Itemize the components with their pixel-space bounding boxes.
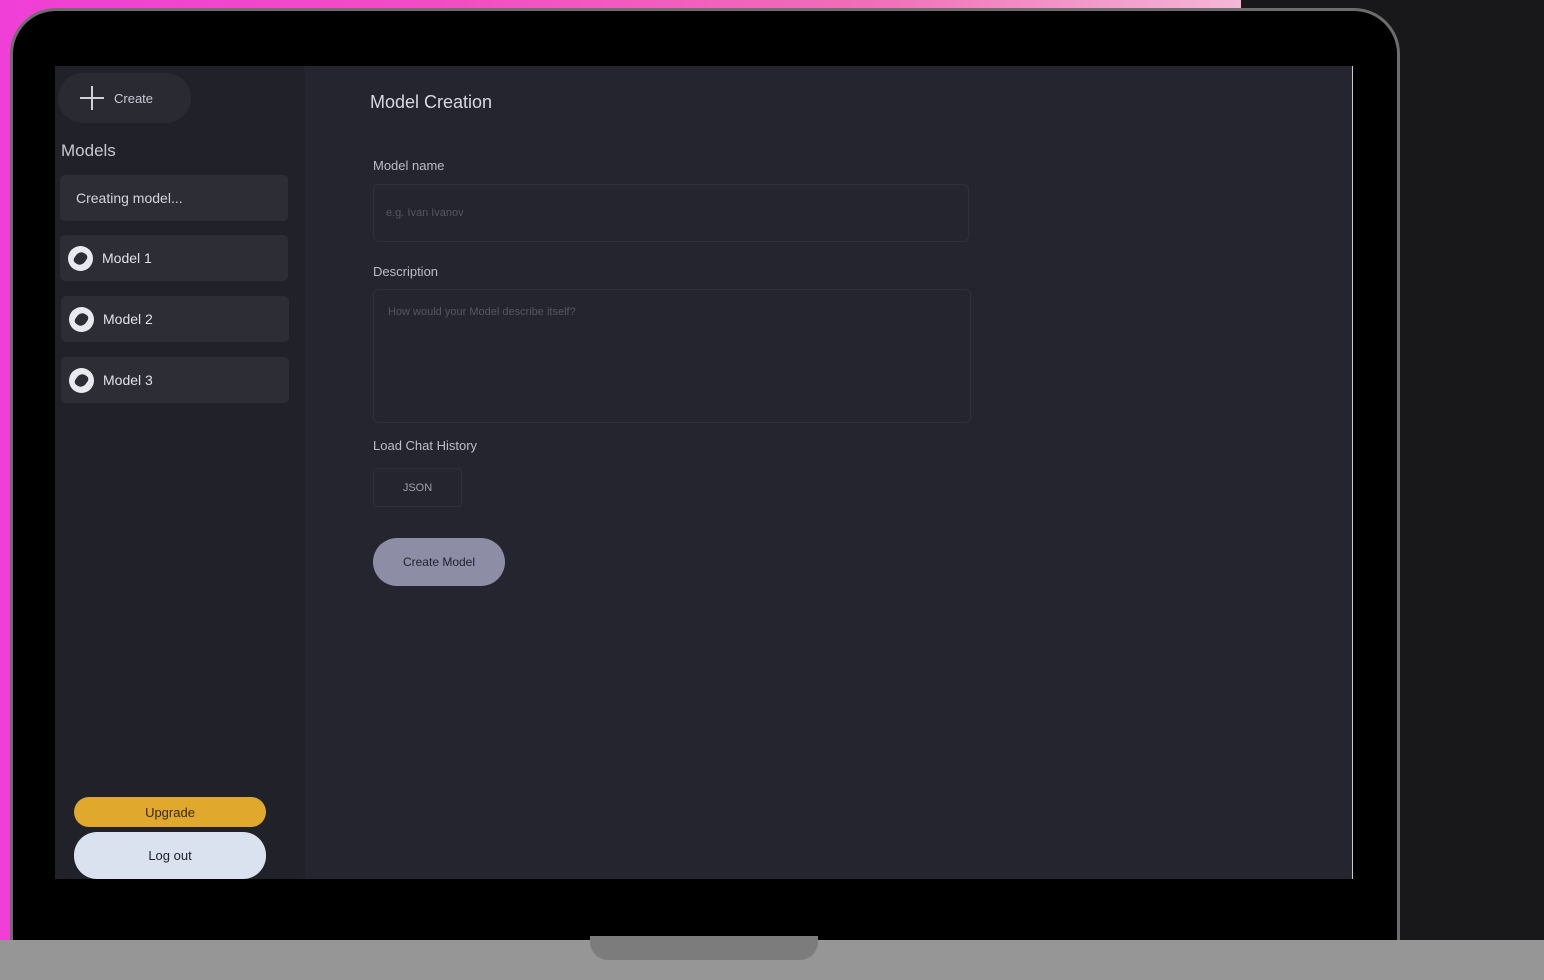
sidebar-item-model-1[interactable]: Model 1 xyxy=(60,235,288,281)
sidebar-item-creating-model[interactable]: Creating model... xyxy=(60,175,288,221)
json-upload-button[interactable]: JSON xyxy=(373,468,462,507)
model-name-label: Model name xyxy=(373,158,445,173)
logout-button[interactable]: Log out xyxy=(74,832,266,879)
sidebar-item-model-2[interactable]: Model 2 xyxy=(61,296,289,342)
model-avatar-icon xyxy=(69,367,94,393)
description-textarea[interactable] xyxy=(373,289,971,423)
load-chat-history-label: Load Chat History xyxy=(373,438,478,453)
create-button-label: Create xyxy=(114,90,154,106)
sidebar-item-label: Model 3 xyxy=(103,372,153,388)
model-avatar-icon xyxy=(69,306,94,332)
page-title: Model Creation xyxy=(370,92,493,112)
create-model-button[interactable]: Create Model xyxy=(373,538,505,586)
sidebar-item-label: Model 2 xyxy=(103,311,153,327)
screen-edge xyxy=(1352,66,1353,879)
create-button[interactable]: Create xyxy=(58,73,191,123)
sidebar-item-label: Model 1 xyxy=(102,250,152,266)
description-label: Description xyxy=(373,264,439,279)
model-avatar-icon xyxy=(68,245,93,271)
main-panel: Model Creation Model name Description Lo… xyxy=(305,66,1353,879)
models-heading: Models xyxy=(61,141,116,160)
model-name-input[interactable] xyxy=(373,184,969,242)
laptop-notch xyxy=(590,936,818,960)
plus-icon xyxy=(80,86,104,110)
sidebar: Create Models Creating model... Model 1 … xyxy=(55,66,305,879)
sidebar-item-model-3[interactable]: Model 3 xyxy=(61,357,289,403)
upgrade-button[interactable]: Upgrade xyxy=(74,797,266,827)
sidebar-item-label: Creating model... xyxy=(76,190,183,206)
app-screen: Create Models Creating model... Model 1 … xyxy=(55,66,1353,879)
